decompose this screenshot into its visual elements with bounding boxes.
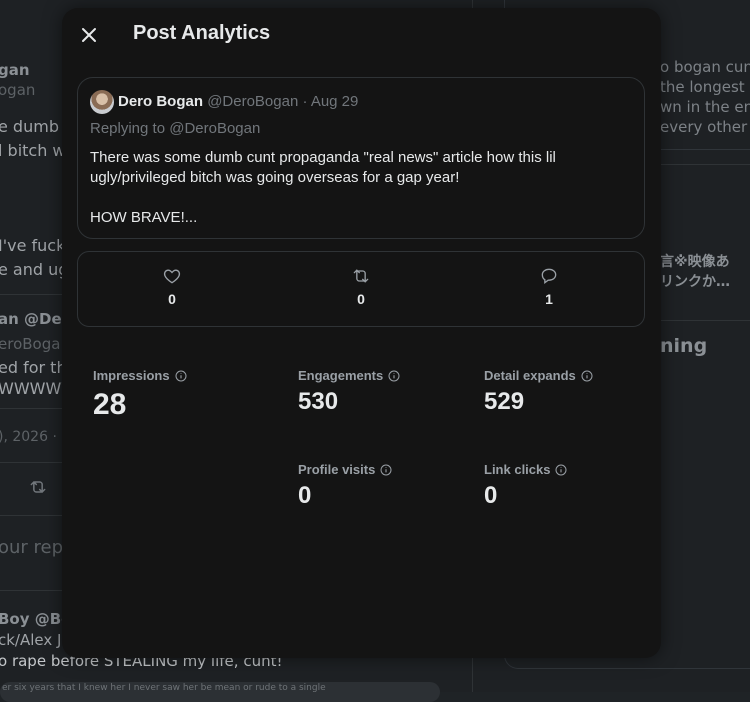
info-icon[interactable] — [175, 370, 187, 382]
engagements-value: 530 — [298, 388, 339, 415]
detail-expands-label: Detail expands — [484, 368, 576, 383]
author-handle[interactable]: @DeroBogan — [207, 93, 298, 110]
bg-divider — [0, 408, 62, 409]
bg-right-text: o bogan cunt, — [660, 58, 750, 76]
post-date[interactable]: Aug 29 — [311, 93, 359, 110]
impressions-label: Impressions — [93, 368, 170, 383]
bg-divider — [0, 294, 62, 295]
bg-post-text: I've fuck — [0, 236, 66, 255]
bg-quoted-card: er six years that I knew her I never saw… — [0, 682, 440, 702]
metric-label: Profile visits — [298, 462, 392, 477]
likes-stat: 0 — [152, 266, 192, 307]
bg-author-name: gan — [0, 61, 30, 79]
bg-post-text: e dumb — [0, 117, 59, 136]
engagement-stats-card: 0 0 1 — [77, 251, 645, 327]
metric-link-clicks: Link clicks 0 — [484, 462, 567, 510]
post-author-line: Dero Bogan @DeroBogan · Aug 29 — [118, 93, 359, 110]
bg-post-text: l bitch w — [0, 141, 66, 160]
replying-handle[interactable]: @DeroBogan — [169, 120, 260, 137]
reposts-count: 0 — [357, 291, 365, 307]
bg-quoted-text: er six years that I knew her I never saw… — [2, 683, 326, 693]
info-icon[interactable] — [388, 370, 400, 382]
replying-prefix: Replying to — [90, 120, 166, 137]
info-icon[interactable] — [581, 370, 593, 382]
bg-right-text: the longest ar — [660, 78, 750, 96]
post-text: There was some dumb cunt propaganda "rea… — [90, 149, 556, 226]
impressions-value: 28 — [93, 388, 127, 421]
close-icon[interactable] — [78, 24, 100, 46]
metric-engagements: Engagements 530 — [298, 368, 400, 416]
likes-count: 0 — [168, 291, 176, 307]
metric-label: Impressions — [93, 368, 187, 383]
metric-detail-expands: Detail expands 529 — [484, 368, 593, 416]
bg-reply-placeholder[interactable]: our repl — [0, 538, 68, 558]
replies-count: 1 — [545, 291, 553, 307]
bg-divider — [0, 462, 62, 463]
bg-divider — [0, 590, 62, 591]
bg-author-handle: ogan — [0, 81, 36, 99]
bg-right-text: wn in the enti — [660, 98, 750, 116]
avatar[interactable] — [90, 90, 114, 114]
bg-reply-handle: eroBoga — [0, 335, 61, 353]
repost-icon[interactable] — [28, 477, 48, 497]
reposts-stat: 0 — [341, 266, 381, 307]
detail-expands-value: 529 — [484, 388, 525, 415]
info-icon[interactable] — [555, 464, 567, 476]
post-analytics-modal: Post Analytics Dero Bogan @DeroBogan · A… — [62, 8, 661, 658]
replies-stat: 1 — [529, 266, 569, 307]
metric-impressions: Impressions 28 — [93, 368, 187, 422]
bg-post-text: e and ug — [0, 260, 69, 279]
bg-divider — [0, 515, 62, 516]
bg-trend-text[interactable]: 言※映像あ — [660, 252, 730, 272]
engagements-label: Engagements — [298, 368, 384, 383]
metric-label: Link clicks — [484, 462, 567, 477]
link-clicks-value: 0 — [484, 482, 498, 509]
profile-visits-label: Profile visits — [298, 462, 376, 477]
profile-visits-value: 0 — [298, 482, 312, 509]
modal-title: Post Analytics — [133, 22, 271, 44]
bg-timestamp: ), 2026 · 2 — [0, 429, 71, 445]
bg-trend-text[interactable]: リンクか… — [660, 272, 730, 292]
reply-icon — [541, 268, 557, 284]
author-name[interactable]: Dero Bogan — [118, 93, 203, 110]
bg-right-text: every other so — [660, 118, 750, 136]
quoted-post-card[interactable]: Dero Bogan @DeroBogan · Aug 29 Replying … — [77, 77, 645, 239]
info-icon[interactable] — [380, 464, 392, 476]
metric-label: Engagements — [298, 368, 400, 383]
bg-reply-text: ck/Alex Jo — [0, 631, 71, 649]
metric-label: Detail expands — [484, 368, 593, 383]
metric-profile-visits: Profile visits 0 — [298, 462, 392, 510]
heart-icon — [163, 269, 181, 284]
link-clicks-label: Link clicks — [484, 462, 551, 477]
replying-to-line: Replying to @DeroBogan — [90, 120, 260, 137]
repost-icon — [353, 269, 369, 283]
